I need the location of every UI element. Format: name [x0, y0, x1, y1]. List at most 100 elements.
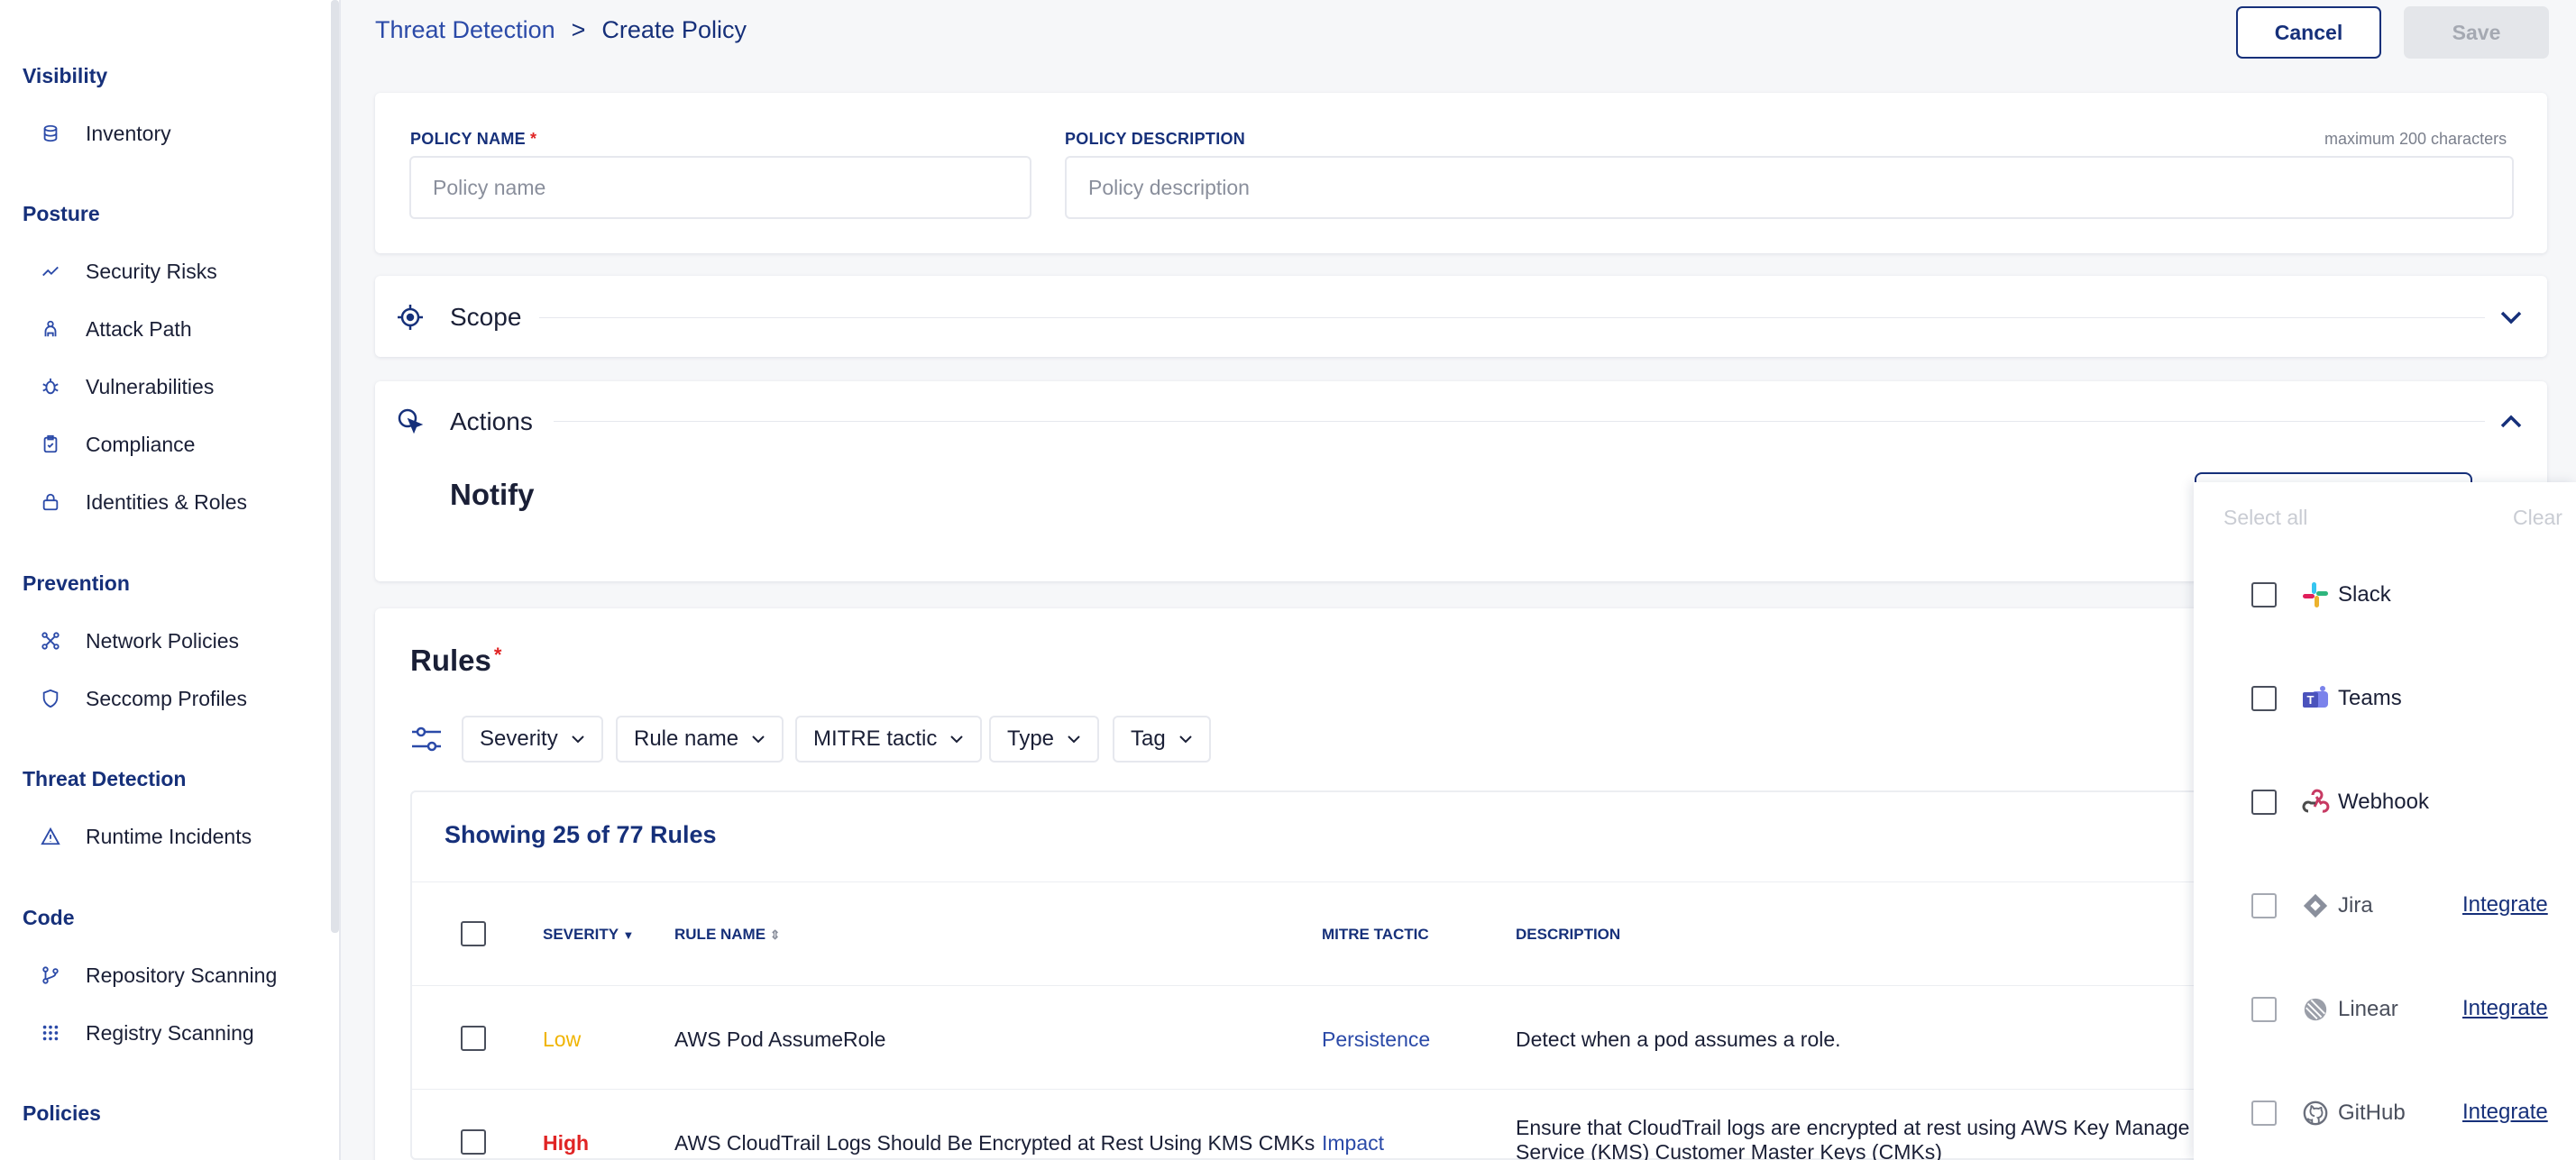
mitre-tactic-link[interactable]: Persistence — [1322, 1028, 1430, 1052]
column-header-severity[interactable]: SEVERITY ▼ — [543, 926, 634, 944]
filter-mitre-tactic[interactable]: MITRE tactic — [795, 716, 983, 763]
sidebar-item-security-risks[interactable]: Security Risks — [40, 253, 217, 289]
policy-name-input[interactable] — [409, 156, 1031, 219]
warning-icon — [40, 826, 61, 847]
option-label: Slack — [2338, 582, 2391, 607]
github-icon — [2300, 1098, 2331, 1128]
option-label: Jira — [2338, 893, 2373, 918]
notify-option-jira: Jira — [2251, 888, 2373, 924]
chevron-down-icon[interactable] — [2496, 302, 2526, 333]
sidebar-item-network-policies[interactable]: Network Policies — [40, 623, 239, 659]
severity-low-badge: Low — [543, 1028, 582, 1051]
breadcrumb: Threat Detection > Create Policy — [375, 16, 747, 44]
grid-dots-icon — [40, 1022, 61, 1044]
scope-title: Scope — [450, 303, 522, 331]
policy-description-input[interactable] — [1065, 156, 2514, 219]
page-title: Create Policy — [601, 16, 747, 43]
breadcrumb-separator: > — [571, 16, 586, 43]
select-all-rules-checkbox[interactable] — [461, 921, 486, 946]
target-icon — [395, 302, 426, 333]
integrate-linear-link[interactable]: Integrate — [2462, 996, 2548, 1021]
chevron-down-icon — [752, 735, 765, 744]
chevron-down-icon — [571, 735, 584, 744]
notify-option-webhook[interactable]: Webhook — [2251, 784, 2429, 820]
integrate-jira-link[interactable]: Integrate — [2462, 892, 2548, 918]
option-label: Teams — [2338, 686, 2402, 710]
sidebar-item-runtime-incidents[interactable]: Runtime Incidents — [40, 818, 252, 854]
chevron-up-icon[interactable] — [2496, 406, 2526, 437]
filter-rule-name[interactable]: Rule name — [616, 716, 784, 763]
sidebar-item-label: Repository Scanning — [86, 963, 278, 987]
sidebar-scrollbar[interactable] — [331, 0, 339, 933]
attack-path-icon — [40, 318, 61, 340]
actions-title: Actions — [450, 407, 533, 435]
sidebar-item-label: Runtime Incidents — [86, 824, 252, 848]
teams-checkbox[interactable] — [2251, 686, 2277, 711]
jira-icon — [2300, 891, 2331, 921]
notify-option-teams[interactable]: T Teams — [2251, 680, 2402, 717]
webhook-checkbox[interactable] — [2251, 790, 2277, 815]
sidebar-item-inventory[interactable]: Inventory — [40, 115, 171, 151]
notify-option-slack[interactable]: Slack — [2251, 577, 2391, 613]
row-checkbox[interactable] — [461, 1129, 486, 1155]
sidebar-item-label: Compliance — [86, 432, 196, 456]
shield-icon — [40, 688, 61, 709]
divider — [554, 421, 2485, 422]
cancel-button[interactable]: Cancel — [2236, 6, 2381, 59]
filter-severity[interactable]: Severity — [462, 716, 603, 763]
row-checkbox[interactable] — [461, 1026, 486, 1051]
lock-icon — [40, 491, 61, 513]
sidebar-item-label: Seccomp Profiles — [86, 686, 247, 710]
description-cell: Ensure that CloudTrail logs are encrypte… — [1516, 1116, 2190, 1160]
bug-icon — [40, 376, 61, 397]
save-button[interactable]: Save — [2404, 6, 2549, 59]
column-header-mitre-tactic[interactable]: MITRE TACTIC — [1322, 926, 1429, 944]
option-label: GitHub — [2338, 1101, 2406, 1125]
mitre-tactic-link[interactable]: Impact — [1322, 1131, 1384, 1155]
filter-tag[interactable]: Tag — [1113, 716, 1211, 763]
notify-option-github: GitHub — [2251, 1095, 2406, 1131]
notify-title: Notify — [450, 478, 535, 511]
clear-link[interactable]: Clear — [2513, 506, 2562, 530]
chevron-down-icon — [1068, 735, 1080, 744]
integrate-github-link[interactable]: Integrate — [2462, 1100, 2548, 1125]
sidebar-item-label: Security Risks — [86, 259, 217, 283]
nav-section-threat-detection: Threat Detection — [23, 767, 187, 790]
pointer-click-icon — [395, 406, 426, 436]
scope-section[interactable] — [375, 276, 2547, 357]
sidebar-item-identities-roles[interactable]: Identities & Roles — [40, 484, 247, 520]
rules-count-text: Showing 25 of 77 Rules — [445, 821, 717, 848]
sidebar-item-label: Registry Scanning — [86, 1020, 254, 1045]
sidebar-item-seccomp-profiles[interactable]: Seccomp Profiles — [40, 680, 247, 717]
breadcrumb-threat-detection[interactable]: Threat Detection — [375, 16, 555, 44]
divider — [539, 317, 2485, 318]
option-label: Linear — [2338, 997, 2398, 1021]
policy-name-label: POLICY NAME * — [410, 130, 537, 148]
column-header-description[interactable]: DESCRIPTION — [1516, 926, 1620, 944]
sidebar-item-label: Attack Path — [86, 316, 192, 341]
notify-option-linear: Linear — [2251, 991, 2398, 1028]
sidebar-item-compliance[interactable]: Compliance — [40, 426, 195, 462]
sidebar-item-registry-scanning[interactable]: Registry Scanning — [40, 1015, 254, 1051]
nav-section-prevention: Prevention — [23, 571, 130, 595]
column-header-rule-name[interactable]: RULE NAME ⇕ — [674, 926, 781, 944]
filter-sliders-icon[interactable] — [410, 725, 443, 754]
sidebar-item-label: Inventory — [86, 121, 171, 145]
description-char-limit-hint: maximum 200 characters — [2324, 130, 2507, 148]
select-all-link[interactable]: Select all — [2223, 506, 2307, 530]
sidebar-item-vulnerabilities[interactable]: Vulnerabilities — [40, 369, 214, 405]
svg-text:T: T — [2307, 693, 2315, 707]
checklist-icon — [40, 434, 61, 455]
sidebar-item-attack-path[interactable]: Attack Path — [40, 311, 192, 347]
rule-name-cell: AWS Pod AssumeRole — [674, 1028, 886, 1051]
nav-section-code: Code — [23, 906, 75, 929]
description-cell: Detect when a pod assumes a role. — [1516, 1028, 1841, 1051]
webhook-icon — [2300, 787, 2331, 817]
slack-checkbox[interactable] — [2251, 582, 2277, 607]
teams-icon: T — [2300, 683, 2331, 714]
filter-type[interactable]: Type — [989, 716, 1100, 763]
option-label: Webhook — [2338, 790, 2429, 814]
git-branch-icon — [40, 964, 61, 986]
policy-description-label: POLICY DESCRIPTION — [1065, 130, 1246, 148]
sidebar-item-repository-scanning[interactable]: Repository Scanning — [40, 957, 277, 993]
